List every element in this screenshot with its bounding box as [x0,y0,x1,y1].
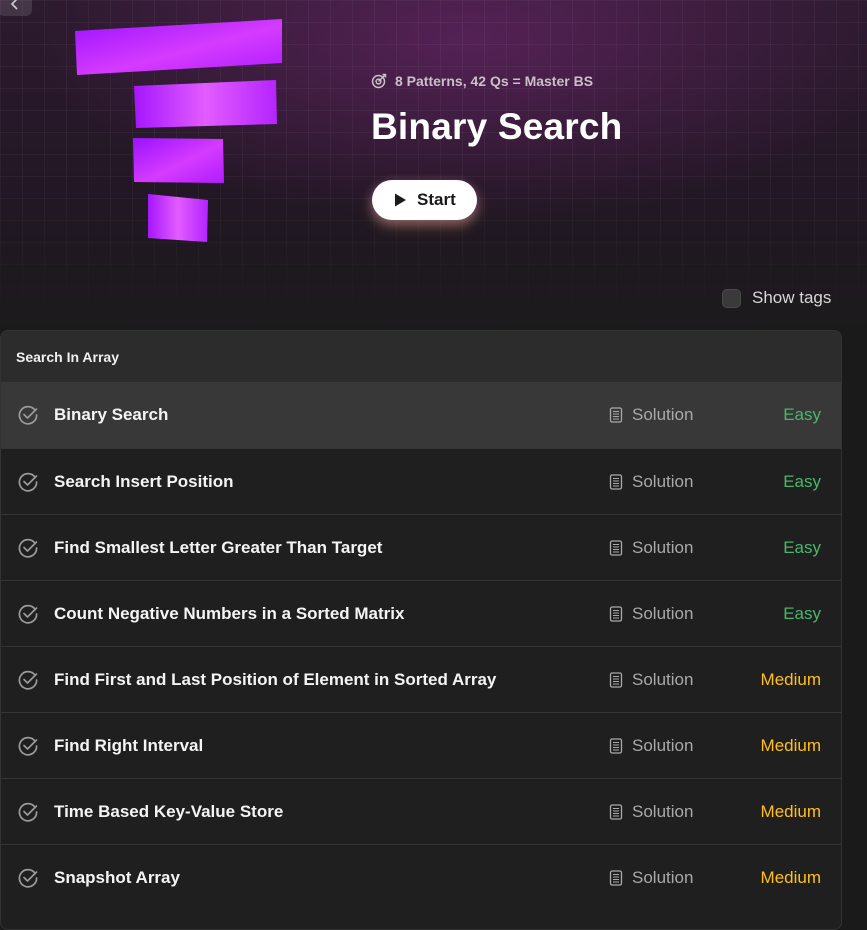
question-title[interactable]: Find First and Last Position of Element … [54,670,496,690]
check-circle-icon[interactable] [17,603,39,625]
logo-bar-4 [148,194,208,242]
play-icon [395,193,406,207]
question-row[interactable]: Snapshot Array Solution Medium [1,844,841,910]
binary-search-logo [75,19,282,242]
question-title[interactable]: Search Insert Position [54,472,234,492]
question-title[interactable]: Snapshot Array [54,868,180,888]
solution-link[interactable]: Solution [609,405,693,425]
start-button-label: Start [417,190,456,209]
plan-meta-text: 8 Patterns, 42 Qs = Master BS [395,73,594,89]
check-circle-icon[interactable] [17,537,39,559]
question-row[interactable]: Find Right Interval Solution Medium [1,712,841,778]
difficulty-badge: Medium [760,735,821,755]
chevron-left-icon [10,0,18,10]
solution-link[interactable]: Solution [609,670,693,690]
page-title: Binary Search [371,106,623,147]
document-icon [609,671,623,688]
check-circle-icon[interactable] [17,801,39,823]
document-icon [609,605,623,622]
section-header[interactable]: Search In Array [1,331,841,382]
section-title: Search In Array [16,348,119,365]
solution-link[interactable]: Solution [609,736,693,756]
plan-meta: 8 Patterns, 42 Qs = Master BS [371,71,593,91]
question-title[interactable]: Count Negative Numbers in a Sorted Matri… [54,604,404,624]
target-icon [371,73,387,89]
back-button[interactable] [0,0,32,16]
show-tags-toggle[interactable]: Show tags [722,287,831,309]
difficulty-badge: Easy [783,471,821,491]
solution-link[interactable]: Solution [609,472,693,492]
show-tags-label: Show tags [752,288,832,307]
show-tags-checkbox[interactable] [722,288,741,308]
document-icon [609,539,623,556]
document-icon [609,869,623,886]
logo-bar-3 [133,138,224,183]
difficulty-badge: Medium [760,669,821,689]
document-icon [609,737,623,754]
document-icon [609,803,623,820]
question-row[interactable]: Search Insert Position Solution Easy [1,448,841,514]
solution-label: Solution [632,669,694,689]
check-circle-icon[interactable] [17,471,39,493]
difficulty-badge: Medium [760,867,821,887]
logo-bar-2 [134,80,277,128]
solution-label: Solution [632,867,694,887]
question-title[interactable]: Find Smallest Letter Greater Than Target [54,538,382,558]
question-row[interactable]: Binary Search Solution Easy [1,382,841,448]
question-list: Binary Search Solution Easy Search Insert P… [1,382,841,910]
document-icon [609,407,623,423]
solution-link[interactable]: Solution [609,538,693,558]
logo-bar-1 [75,19,282,75]
study-plan-hero: 8 Patterns, 42 Qs = Master BS Binary Sea… [0,0,867,330]
solution-link[interactable]: Solution [609,604,693,624]
solution-link[interactable]: Solution [609,868,693,888]
question-row[interactable]: Find First and Last Position of Element … [1,646,841,712]
question-row[interactable]: Find Smallest Letter Greater Than Target… [1,514,841,580]
question-title[interactable]: Time Based Key-Value Store [54,802,283,822]
check-circle-icon[interactable] [17,669,39,691]
solution-label: Solution [632,405,694,424]
solution-label: Solution [632,537,694,557]
solution-label: Solution [632,735,694,755]
solution-link[interactable]: Solution [609,802,693,822]
question-row[interactable]: Count Negative Numbers in a Sorted Matri… [1,580,841,646]
document-icon [609,473,623,490]
difficulty-badge: Easy [783,405,821,424]
question-row[interactable]: Time Based Key-Value Store Solution Medium [1,778,841,844]
solution-label: Solution [632,801,694,821]
difficulty-badge: Easy [783,537,821,557]
difficulty-badge: Easy [783,603,821,623]
question-title[interactable]: Find Right Interval [54,736,203,756]
check-circle-icon[interactable] [17,867,39,889]
solution-label: Solution [632,471,694,491]
check-circle-icon[interactable] [17,735,39,757]
difficulty-badge: Medium [760,801,821,821]
question-list-panel: Search In Array Binary Search Solution Eas… [0,330,842,930]
check-circle-icon[interactable] [17,404,39,426]
question-title[interactable]: Binary Search [54,405,168,425]
start-button[interactable]: Start [372,180,477,220]
solution-label: Solution [632,603,694,623]
